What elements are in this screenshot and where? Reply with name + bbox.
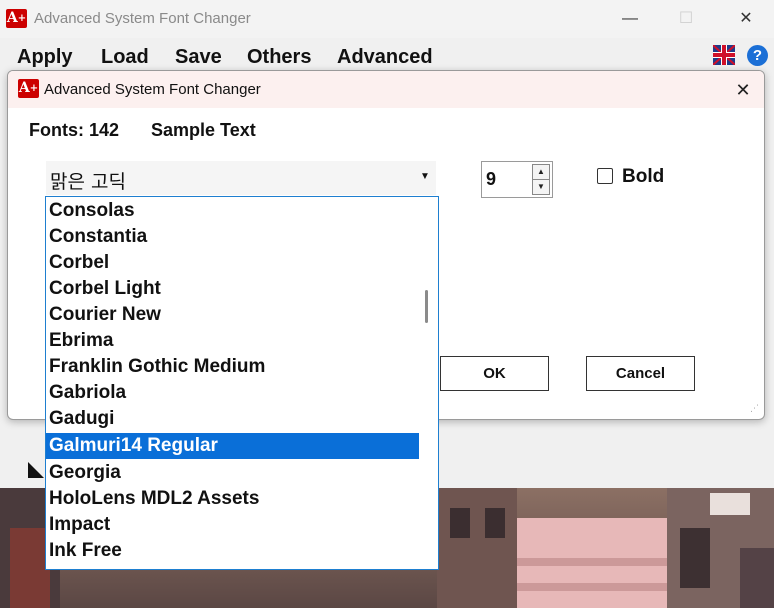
list-item[interactable]: Ebrima [46, 328, 419, 354]
main-titlebar: A+ Advanced System Font Changer — ☐ ✕ [0, 0, 774, 38]
ok-button[interactable]: OK [440, 356, 549, 391]
list-item[interactable]: Corbel [46, 250, 419, 276]
app-logo-icon: A+ [6, 9, 27, 28]
font-combo-value: 맑은 고딕 [50, 171, 126, 193]
list-item[interactable]: Gadugi [46, 406, 419, 432]
menu-others[interactable]: Others [247, 46, 311, 69]
menu-apply[interactable]: Apply [17, 46, 73, 69]
window-title: Advanced System Font Changer [34, 10, 251, 27]
dialog-logo-icon: A+ [18, 79, 39, 98]
list-item-selected[interactable]: Galmuri14 Regular [46, 433, 419, 459]
list-item[interactable]: Corbel Light [46, 276, 419, 302]
dialog-close-button[interactable]: ✕ [726, 75, 760, 105]
fonts-count-label: Fonts: 142 [29, 120, 120, 140]
bold-checkbox[interactable] [597, 168, 613, 184]
list-item[interactable]: Ink Free [46, 538, 419, 564]
font-size-spinner[interactable]: 9 ▲ ▼ [481, 161, 553, 198]
minimize-button[interactable]: — [610, 4, 650, 34]
scrollbar-thumb[interactable] [425, 290, 428, 323]
sample-text-label: Sample Text [151, 120, 256, 140]
spin-down-button[interactable]: ▼ [532, 179, 550, 195]
list-item[interactable]: Franklin Gothic Medium [46, 354, 419, 380]
list-item[interactable]: Constantia [46, 224, 419, 250]
list-item[interactable]: Impact [46, 512, 419, 538]
font-dropdown-list[interactable]: Consolas Constantia Corbel Corbel Light … [45, 196, 439, 570]
dialog-title: Advanced System Font Changer [44, 81, 261, 98]
menu-save[interactable]: Save [175, 46, 222, 69]
uk-flag-icon[interactable] [713, 45, 735, 65]
menu-load[interactable]: Load [101, 46, 149, 69]
resize-grip-icon[interactable]: ⋰ [750, 404, 762, 417]
menu-bar: Apply Load Save Others Advanced [0, 38, 774, 72]
list-item[interactable]: Courier New [46, 302, 419, 328]
font-size-value[interactable]: 9 [486, 169, 496, 190]
list-item[interactable]: Gabriola [46, 380, 419, 406]
spin-up-button[interactable]: ▲ [532, 164, 550, 180]
dialog-titlebar: A+ Advanced System Font Changer ✕ [8, 71, 764, 108]
list-item[interactable]: Consolas [46, 198, 419, 224]
list-item[interactable]: HoloLens MDL2 Assets [46, 486, 419, 512]
maximize-button[interactable]: ☐ [666, 4, 706, 34]
close-button[interactable]: ✕ [726, 4, 766, 34]
bold-label[interactable]: Bold [622, 166, 664, 188]
chevron-down-icon[interactable]: ▼ [420, 171, 430, 182]
font-combobox[interactable]: 맑은 고딕 ▼ [46, 161, 436, 195]
cancel-button[interactable]: Cancel [586, 356, 695, 391]
list-item[interactable]: Georgia [46, 460, 419, 486]
help-icon[interactable]: ? [747, 45, 768, 66]
menu-advanced[interactable]: Advanced [337, 46, 433, 69]
corner-arrow-icon [28, 462, 44, 478]
